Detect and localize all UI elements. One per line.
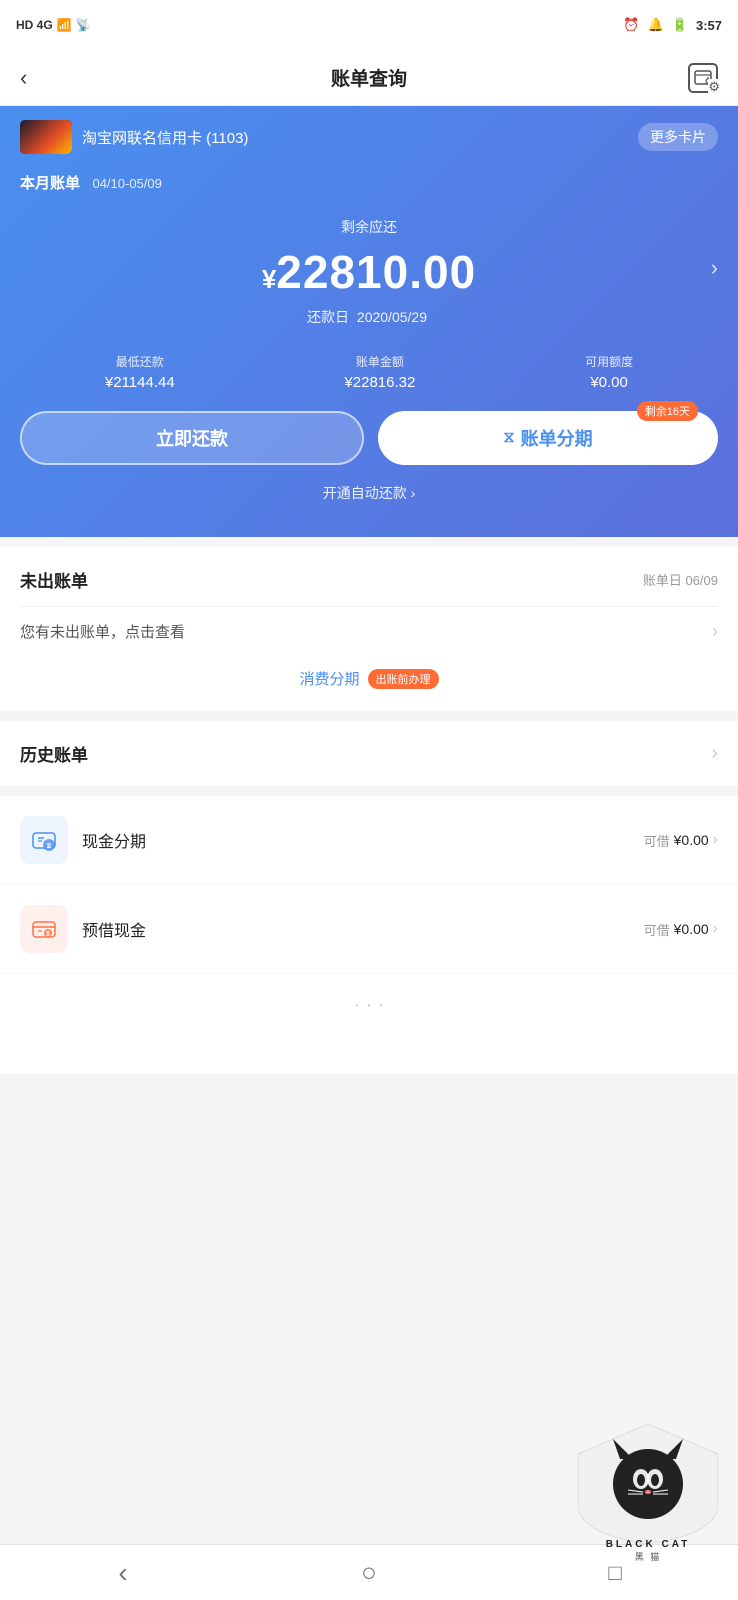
promo-link[interactable]: 消费分期 — [299, 668, 359, 689]
cash-installment-chevron-icon: › — [713, 831, 718, 849]
nav-right — [678, 63, 718, 93]
notification-icon: 🔔 — [648, 17, 664, 33]
more-items-dots: · · · — [353, 994, 384, 1016]
nav-bar: ‹ 账单查询 — [0, 50, 738, 106]
back-button[interactable]: ‹ — [20, 65, 60, 91]
settings-icon — [694, 70, 712, 86]
cash-installment-icon: ⧖ — [20, 816, 68, 864]
advance-cash-icon: $ — [20, 905, 68, 953]
available-credit-label: 可用额度 — [585, 353, 633, 370]
bill-amount-label: 账单金额 — [344, 353, 415, 370]
settings-button[interactable] — [688, 63, 718, 93]
black-cat-watermark: BLACK CAT 黑 猫 — [558, 1414, 738, 1544]
cash-installment-available-label: 可借 — [644, 831, 670, 850]
amount-chevron-icon: › — [711, 255, 718, 281]
unpublished-link[interactable]: 您有未出账单，点击查看 › — [20, 606, 718, 656]
advance-cash-amount: ¥0.00 — [674, 921, 709, 937]
unpublished-bill-section: 未出账单 账单日 06/09 您有未出账单，点击查看 › 消费分期 出账前办理 — [0, 547, 738, 711]
bill-period: 本月账单 04/10-05/09 — [0, 168, 738, 193]
bill-amount-value: ¥22816.32 — [344, 374, 415, 391]
bill-period-label: 本月账单 — [20, 175, 80, 192]
nav-back-button[interactable]: ‹ — [83, 1557, 163, 1589]
time-display: 3:57 — [696, 18, 722, 33]
alarm-icon: ⏰ — [623, 17, 639, 33]
card-selector: 淘宝网联名信用卡 (1103) 更多卡片 — [0, 106, 738, 168]
due-date-label: 还款日 — [307, 309, 349, 325]
blue-section: 淘宝网联名信用卡 (1103) 更多卡片 本月账单 04/10-05/09 剩余… — [0, 106, 738, 537]
remaining-label: 剩余应还 — [20, 217, 718, 237]
pay-now-button[interactable]: 立即还款 — [20, 411, 364, 465]
unpublished-header: 未出账单 账单日 06/09 — [20, 567, 718, 592]
svg-text:$: $ — [46, 931, 50, 938]
min-payment-stat: 最低还款 ¥21144.44 — [105, 353, 175, 391]
products-section: ⧖ 现金分期 可借 ¥0.00 › $ 预借现金 可借 ¥0.00 › — [0, 796, 738, 974]
wifi-icon: 📡 — [76, 18, 91, 32]
signal-icon: 📶 — [57, 18, 72, 32]
advance-cash-name: 预借现金 — [82, 917, 644, 941]
advance-cash-item[interactable]: $ 预借现金 可借 ¥0.00 › — [0, 885, 738, 974]
hd-label: HD 4G — [16, 18, 53, 32]
amount-value: 22810.00 — [276, 245, 476, 299]
unpublished-title: 未出账单 — [20, 567, 88, 592]
cash-installment-item[interactable]: ⧖ 现金分期 可借 ¥0.00 › — [0, 796, 738, 885]
more-items: · · · — [0, 974, 738, 1074]
due-date: 还款日 2020/05/29 — [20, 307, 718, 327]
bill-amount-stat: 账单金额 ¥22816.32 — [344, 353, 415, 391]
nav-home-button[interactable]: ○ — [329, 1557, 409, 1588]
advance-cash-available-label: 可借 — [644, 920, 670, 939]
battery-icon: 🔋 — [672, 17, 688, 33]
installment-badge: 剩余16天 — [637, 401, 698, 421]
installment-button[interactable]: 剩余16天 ⧖ 账单分期 — [378, 411, 718, 465]
action-buttons: 立即还款 剩余16天 ⧖ 账单分期 — [0, 411, 738, 469]
card-thumbnail-inner — [20, 120, 72, 154]
unpublished-date: 账单日 06/09 — [643, 570, 718, 589]
cash-installment-amount: ¥0.00 — [674, 832, 709, 848]
unpublished-chevron-icon: › — [712, 621, 718, 642]
card-name: 淘宝网联名信用卡 (1103) — [82, 127, 248, 148]
amount-display: ¥ 22810.00 — [20, 245, 718, 299]
installment-icon: ⧖ — [503, 429, 514, 447]
cash-icon: ⧖ — [30, 826, 58, 854]
page-title: 账单查询 — [331, 64, 407, 91]
promo-badge: 出账前办理 — [368, 669, 439, 689]
nav-recent-button[interactable]: □ — [575, 1560, 655, 1586]
currency-symbol: ¥ — [262, 264, 276, 295]
history-bill-section[interactable]: 历史账单 › — [0, 721, 738, 786]
amount-section[interactable]: 剩余应还 ¥ 22810.00 还款日 2020/05/29 › — [0, 193, 738, 343]
unpublished-link-text: 您有未出账单，点击查看 — [20, 621, 185, 642]
available-credit-stat: 可用额度 ¥0.00 — [585, 353, 633, 391]
auto-repay-link[interactable]: 开通自动还款 › — [0, 469, 738, 507]
bill-period-date: 04/10-05/09 — [92, 176, 161, 191]
more-cards-button[interactable]: 更多卡片 — [638, 123, 718, 151]
status-left: HD 4G 📶 📡 — [16, 18, 91, 32]
history-chevron-icon: › — [711, 742, 718, 765]
installment-label: 账单分期 — [521, 425, 593, 451]
card-thumbnail — [20, 120, 72, 154]
bottom-nav: ‹ ○ □ — [0, 1544, 738, 1600]
promo-row: 消费分期 出账前办理 — [20, 656, 718, 691]
black-cat-logo — [558, 1414, 738, 1544]
status-bar: HD 4G 📶 📡 ⏰ 🔔 🔋 3:57 — [0, 0, 738, 50]
status-right: ⏰ 🔔 🔋 3:57 — [623, 17, 722, 33]
cash-installment-name: 现金分期 — [82, 828, 644, 852]
advance-cash-chevron-icon: › — [713, 920, 718, 938]
stats-row: 最低还款 ¥21144.44 账单金额 ¥22816.32 可用额度 ¥0.00 — [0, 343, 738, 411]
due-date-value: 2020/05/29 — [357, 309, 427, 325]
min-payment-label: 最低还款 — [105, 353, 175, 370]
history-title: 历史账单 — [20, 741, 88, 766]
min-payment-value: ¥21144.44 — [105, 374, 175, 391]
svg-text:⧖: ⧖ — [47, 843, 52, 850]
card-info[interactable]: 淘宝网联名信用卡 (1103) — [20, 120, 248, 154]
advance-icon: $ — [30, 915, 58, 943]
available-credit-value: ¥0.00 — [585, 374, 633, 391]
